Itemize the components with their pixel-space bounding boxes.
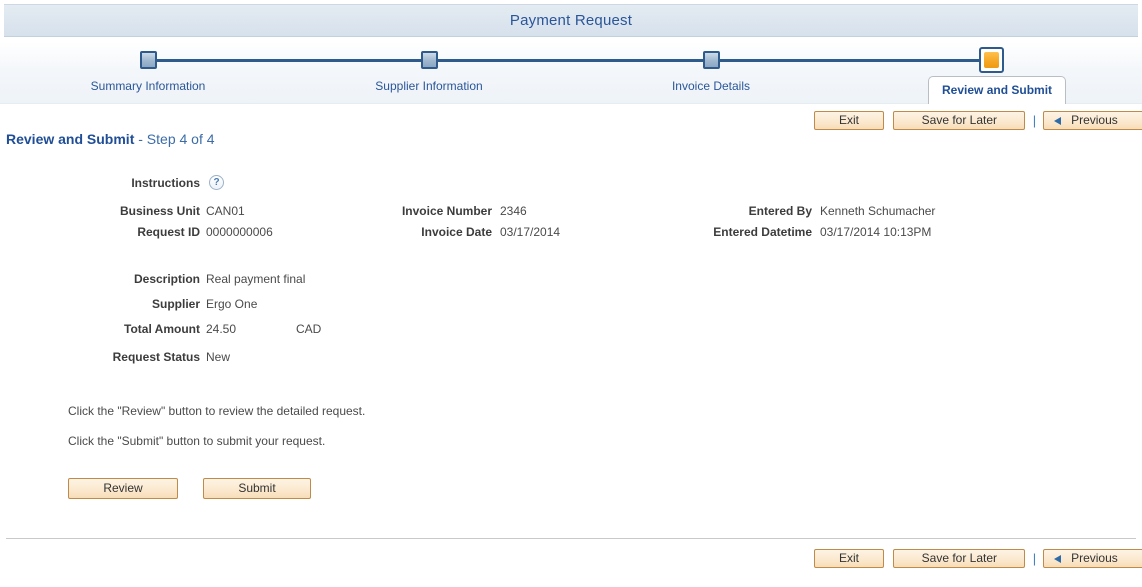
description-label: Description xyxy=(133,272,200,286)
invoice-date-label: Invoice Date xyxy=(421,225,492,239)
train-step-label[interactable]: Summary Information xyxy=(85,79,211,93)
instructions-label: Instructions xyxy=(131,176,200,190)
exit-button[interactable]: Exit xyxy=(814,111,884,130)
step-marker-icon xyxy=(420,51,438,69)
exit-button-footer[interactable]: Exit xyxy=(814,549,884,568)
page-title: Payment Request xyxy=(509,12,633,29)
business-unit-value: CAN01 xyxy=(206,204,245,218)
arrow-left-icon xyxy=(1054,117,1062,125)
train-step-label[interactable]: Invoice Details xyxy=(648,79,774,93)
request-status-value: New xyxy=(206,350,231,364)
save-for-later-button-footer[interactable]: Save for Later xyxy=(893,549,1026,568)
train-connector-line xyxy=(150,59,990,62)
toolbar-separator-footer: | xyxy=(1032,551,1037,566)
total-amount-value: 24.50 xyxy=(206,322,237,336)
instruction-line-submit: Click the "Submit" button to submit your… xyxy=(68,434,326,448)
section-heading: Review and Submit - Step 4 of 4 xyxy=(6,131,215,147)
arrow-left-icon xyxy=(1054,555,1062,563)
description-value: Real payment final xyxy=(206,272,306,286)
train-step-label[interactable]: Supplier Information xyxy=(366,79,492,93)
request-id-label: Request ID xyxy=(137,225,200,239)
business-unit-label: Business Unit xyxy=(119,204,200,218)
help-icon[interactable]: ? xyxy=(209,175,224,190)
section-heading-title: Review and Submit xyxy=(6,131,135,147)
total-amount-label: Total Amount xyxy=(124,322,200,336)
window-title-bar: Payment Request xyxy=(4,4,1138,37)
entered-datetime-label: Entered Datetime xyxy=(713,225,812,239)
entered-by-label: Entered By xyxy=(748,204,812,218)
footer-toolbar: Exit Save for Later | Previous xyxy=(814,549,1142,568)
invoice-date-value: 03/17/2014 xyxy=(500,225,561,239)
step-marker-active-fill xyxy=(983,52,999,68)
train-step-supplier-information[interactable]: Supplier Information xyxy=(366,42,492,93)
submit-button[interactable]: Submit xyxy=(203,478,311,499)
invoice-number-label: Invoice Number xyxy=(401,204,492,218)
step-train: Summary Information Supplier Information… xyxy=(0,42,1142,104)
save-for-later-button[interactable]: Save for Later xyxy=(893,111,1026,130)
currency-code-value: CAD xyxy=(296,322,322,336)
review-button[interactable]: Review xyxy=(68,478,178,499)
previous-button-footer[interactable]: Previous xyxy=(1043,549,1142,568)
entered-by-value: Kenneth Schumacher xyxy=(820,204,936,218)
previous-button[interactable]: Previous xyxy=(1043,111,1142,130)
instruction-line-review: Click the "Review" button to review the … xyxy=(68,404,366,418)
entered-datetime-value: 03/17/2014 10:13PM xyxy=(820,225,932,239)
step-marker-icon xyxy=(702,51,720,69)
request-id-value: 0000000006 xyxy=(206,225,273,239)
invoice-number-value: 2346 xyxy=(500,204,527,218)
section-heading-step: - Step 4 of 4 xyxy=(138,131,215,147)
footer-divider xyxy=(6,538,1136,539)
previous-button-label-footer: Previous xyxy=(1071,551,1118,565)
previous-button-label: Previous xyxy=(1071,113,1118,127)
header-toolbar: Exit Save for Later | Previous xyxy=(814,111,1142,130)
train-step-active-label[interactable]: Review and Submit xyxy=(928,76,1067,104)
train-step-review-and-submit[interactable]: Review and Submit xyxy=(928,42,1067,104)
supplier-value: Ergo One xyxy=(206,297,258,311)
supplier-label: Supplier xyxy=(151,297,200,311)
train-step-invoice-details[interactable]: Invoice Details xyxy=(648,42,774,93)
toolbar-separator: | xyxy=(1032,113,1037,128)
request-status-label: Request Status xyxy=(112,350,200,364)
step-marker-active-icon xyxy=(978,47,1004,73)
train-step-summary-information[interactable]: Summary Information xyxy=(85,42,211,93)
step-marker-icon xyxy=(139,51,157,69)
